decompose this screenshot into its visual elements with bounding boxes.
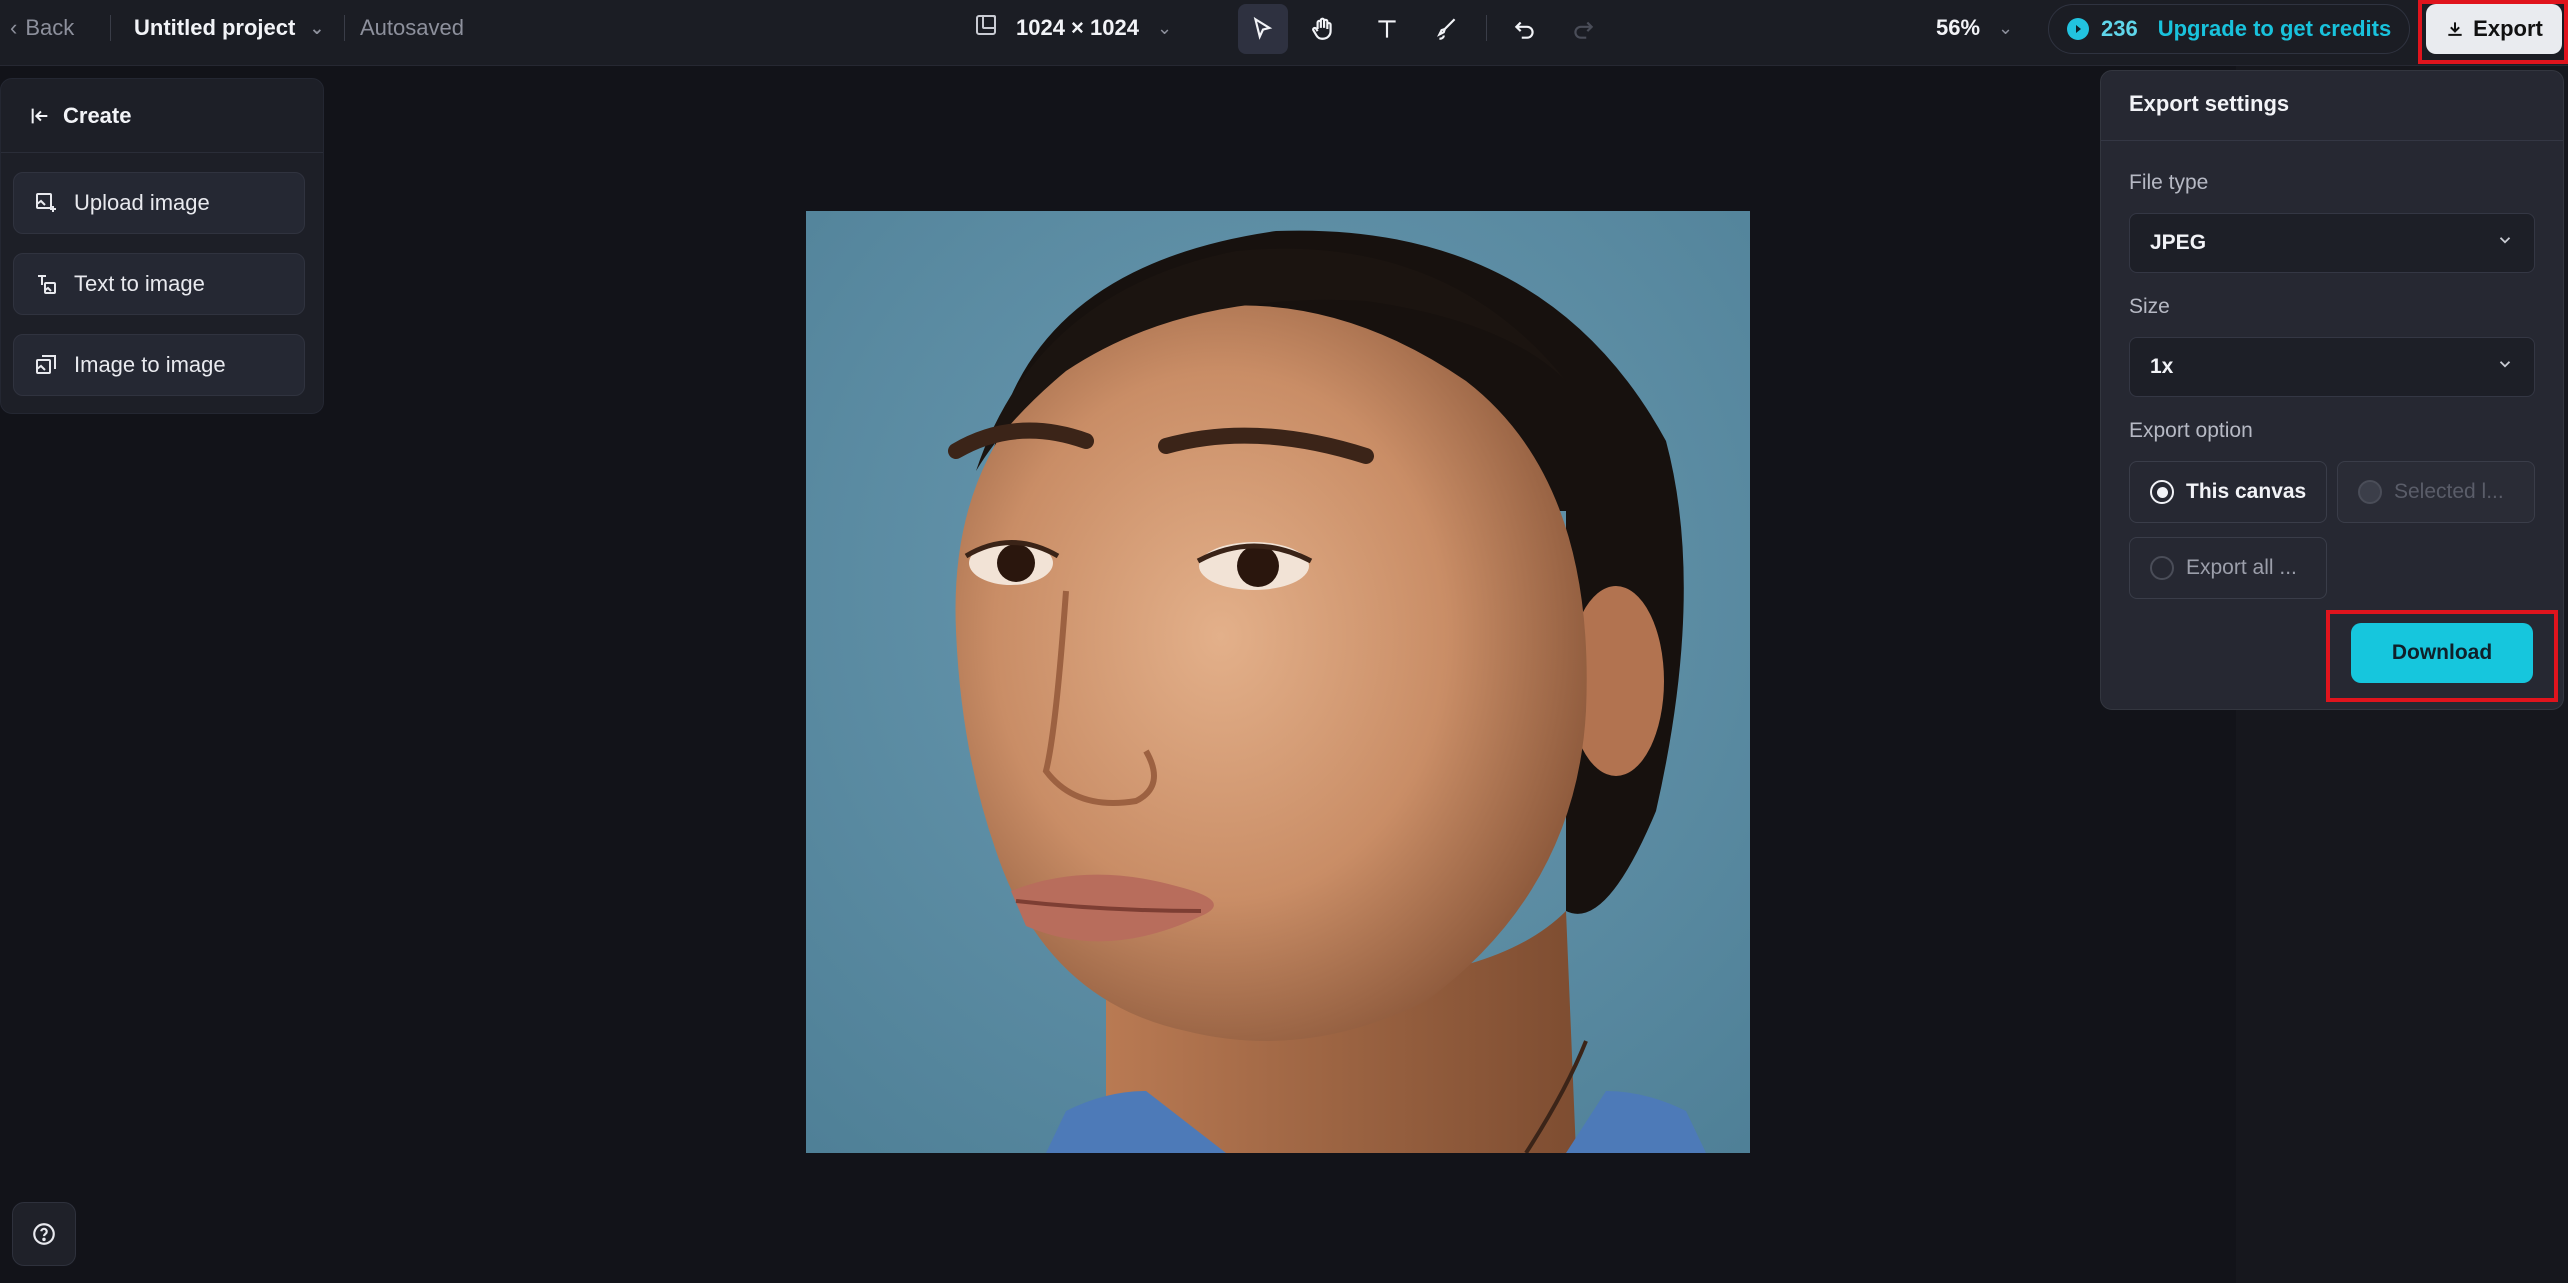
size-label: Size	[2129, 295, 2170, 318]
file-type-value: JPEG	[2150, 231, 2207, 254]
portrait-illustration	[806, 211, 1750, 1153]
file-type-select[interactable]: JPEG	[2129, 213, 2535, 273]
zoom-level: 56%	[1936, 15, 1981, 40]
credits-pill[interactable]: 236 Upgrade to get credits	[2048, 4, 2410, 54]
project-name: Untitled project	[134, 15, 296, 40]
image-to-image-icon	[36, 355, 56, 374]
hand-icon	[1312, 17, 1332, 40]
undo-button[interactable]	[1500, 4, 1550, 54]
chevron-down-icon: ⌄	[309, 17, 325, 38]
chevron-down-icon	[2496, 355, 2514, 379]
chevron-left-icon: ‹	[10, 15, 18, 40]
top-toolbar: ‹ Back Untitled project ⌄ Autosaved 1024…	[0, 0, 2568, 66]
text-icon	[1378, 20, 1396, 38]
export-settings-popup: Export settings File type JPEG Size 1x E…	[2100, 70, 2564, 710]
create-panel: Create Upload image Text to image Image …	[0, 78, 324, 414]
pointer-icon	[1253, 16, 1273, 40]
divider	[344, 15, 345, 41]
credits-count: 236	[2101, 16, 2138, 41]
chevron-down-icon: ⌄	[1998, 17, 2014, 38]
help-button[interactable]	[12, 1202, 76, 1266]
export-settings-title: Export settings	[2129, 91, 2290, 116]
divider	[110, 15, 111, 41]
option-this-canvas[interactable]: This canvas	[2129, 461, 2327, 523]
canvas-size-menu[interactable]: 1024 × 1024 ⌄	[974, 0, 1172, 56]
project-name-menu[interactable]: Untitled project ⌄	[134, 0, 324, 56]
option-label: Export all ...	[2186, 556, 2297, 579]
divider	[1486, 15, 1487, 41]
export-option-label: Export option	[2129, 419, 2253, 442]
upload-image-button[interactable]: Upload image	[13, 172, 305, 234]
file-type-label: File type	[2129, 171, 2209, 194]
download-button[interactable]: Download	[2351, 623, 2533, 683]
hand-tool-button[interactable]	[1298, 4, 1348, 54]
resize-icon	[974, 13, 998, 43]
text-to-image-icon	[38, 275, 56, 294]
brush-tool-button[interactable]	[1422, 4, 1472, 54]
help-icon	[33, 1223, 55, 1245]
radio-selected-icon	[2150, 480, 2174, 504]
size-select[interactable]: 1x	[2129, 337, 2535, 397]
image-to-image-button[interactable]: Image to image	[13, 334, 305, 396]
create-label: Create	[63, 102, 132, 128]
chevron-down-icon: ⌄	[1156, 17, 1173, 38]
option-label: Selected l...	[2394, 480, 2504, 503]
upgrade-link[interactable]: Upgrade to get credits	[2158, 16, 2391, 42]
canvas-portrait-image[interactable]	[806, 211, 1750, 1153]
text-tool-button[interactable]	[1362, 4, 1412, 54]
radio-unselected-icon	[2150, 556, 2174, 580]
export-button[interactable]: Export	[2426, 4, 2562, 54]
canvas-size-value: 1024 × 1024	[1016, 15, 1139, 40]
upload-image-label: Upload image	[74, 190, 210, 215]
back-button[interactable]: ‹ Back	[10, 0, 74, 56]
undo-icon	[1514, 21, 1534, 39]
option-label: This canvas	[2186, 480, 2307, 503]
back-label: Back	[25, 15, 75, 40]
option-export-all[interactable]: Export all ...	[2129, 537, 2327, 599]
select-tool-button[interactable]	[1238, 4, 1288, 54]
credit-coin-icon	[2067, 18, 2089, 40]
create-panel-header[interactable]: Create	[1, 79, 323, 153]
download-icon	[2448, 22, 2462, 36]
brush-icon	[1436, 18, 1456, 40]
size-value: 1x	[2150, 355, 2174, 378]
redo-button[interactable]	[1558, 4, 1608, 54]
redo-icon	[1574, 21, 1594, 39]
chevron-down-icon	[2496, 231, 2514, 255]
upload-image-icon	[36, 193, 56, 212]
text-to-image-button[interactable]: Text to image	[13, 253, 305, 315]
text-to-image-label: Text to image	[74, 271, 205, 296]
autosave-status: Autosaved	[360, 15, 464, 40]
divider	[2101, 140, 2563, 141]
zoom-menu[interactable]: 56% ⌄	[1936, 0, 2013, 56]
export-label: Export	[2473, 16, 2543, 41]
option-selected-layers: Selected l...	[2337, 461, 2535, 523]
image-to-image-label: Image to image	[74, 352, 226, 377]
collapse-icon	[31, 108, 48, 123]
radio-disabled-icon	[2358, 480, 2382, 504]
